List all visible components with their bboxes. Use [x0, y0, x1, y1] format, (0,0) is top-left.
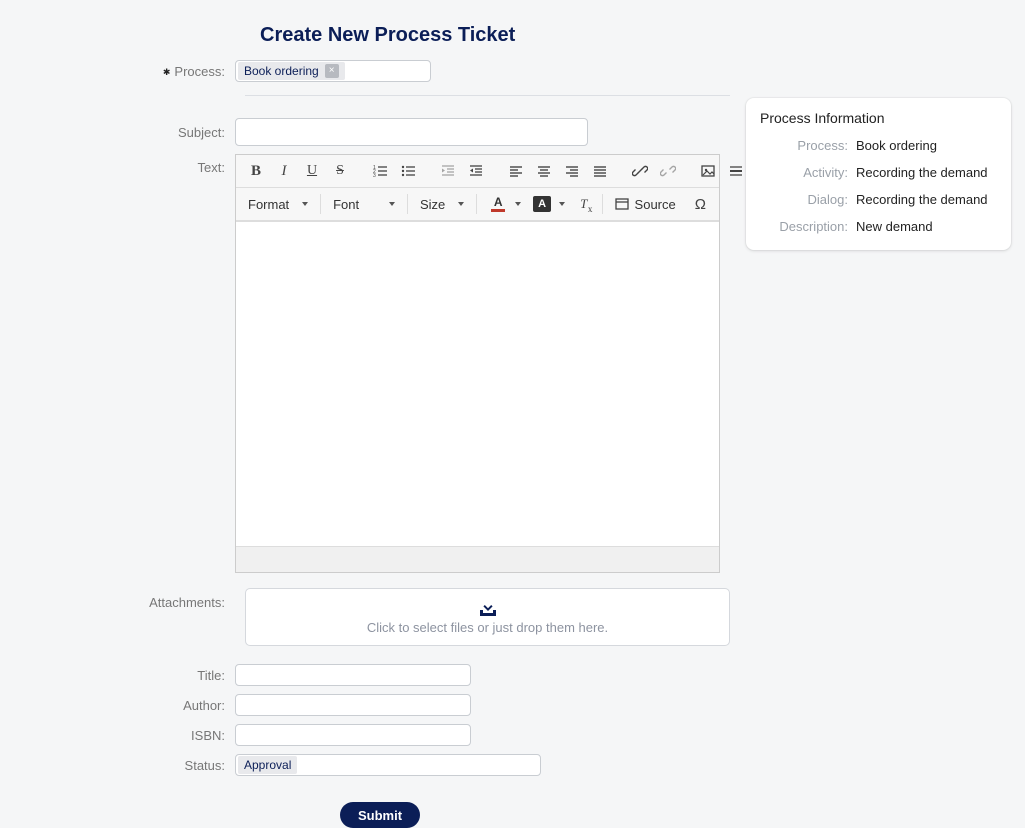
subject-label: Subject:	[0, 125, 235, 140]
align-center-button[interactable]	[532, 159, 556, 183]
attachments-label: Attachments:	[0, 595, 235, 610]
ordered-list-icon: 123	[372, 163, 388, 179]
chevron-down-icon	[458, 202, 464, 206]
outdent-icon	[440, 163, 456, 179]
text-label: Text:	[0, 154, 235, 175]
info-process-value: Book ordering	[856, 138, 997, 153]
source-toggle-icon[interactable]	[611, 192, 632, 216]
format-label: Format	[248, 197, 289, 212]
author-label: Author:	[0, 698, 235, 713]
size-label: Size	[420, 197, 445, 212]
align-justify-button[interactable]	[588, 159, 612, 183]
process-information-card: Process Information Process: Book orderi…	[746, 98, 1011, 250]
source-button[interactable]: Source	[635, 192, 682, 216]
unlink-icon	[660, 163, 676, 179]
info-activity-value: Recording the demand	[856, 165, 997, 180]
bg-color-button[interactable]: A	[527, 192, 571, 216]
process-select[interactable]: Book ordering ×	[235, 60, 431, 82]
chevron-down-icon	[515, 202, 521, 206]
source-icon	[614, 196, 630, 212]
divider	[245, 95, 730, 96]
underline-button[interactable]: U	[300, 159, 324, 183]
editor-textarea[interactable]	[236, 221, 719, 546]
remove-chip-icon[interactable]: ×	[325, 64, 339, 78]
rich-text-editor: B I U S 123	[235, 154, 720, 573]
process-label: Process:	[80, 64, 235, 79]
format-dropdown[interactable]: Format	[242, 192, 314, 216]
image-button[interactable]	[696, 159, 720, 183]
editor-statusbar	[236, 546, 719, 572]
status-select[interactable]: Approval	[235, 754, 541, 776]
author-input[interactable]	[235, 694, 471, 716]
link-icon	[632, 163, 648, 179]
chevron-down-icon	[559, 202, 565, 206]
chevron-down-icon	[302, 202, 308, 206]
submit-label: Submit	[358, 808, 402, 823]
status-chip: Approval	[238, 756, 297, 774]
align-right-button[interactable]	[560, 159, 584, 183]
info-description-label: Description:	[760, 219, 856, 234]
font-dropdown[interactable]: Font	[327, 192, 401, 216]
title-input[interactable]	[235, 664, 471, 686]
attachments-dropzone[interactable]: Click to select files or just drop them …	[245, 588, 730, 646]
unlink-button[interactable]	[656, 159, 680, 183]
remove-format-button[interactable]: Tx	[573, 192, 594, 216]
download-icon	[478, 600, 498, 618]
outdent-button[interactable]	[436, 159, 460, 183]
process-ticket-form: Process: Book ordering × Subject: Text: …	[0, 60, 730, 828]
svg-text:2: 2	[373, 169, 376, 175]
align-center-icon	[536, 163, 552, 179]
indent-icon	[468, 163, 484, 179]
isbn-input[interactable]	[235, 724, 471, 746]
align-right-icon	[564, 163, 580, 179]
chevron-down-icon	[389, 202, 395, 206]
info-dialog-label: Dialog:	[760, 192, 856, 207]
text-color-button[interactable]: A	[483, 192, 527, 216]
strike-button[interactable]: S	[328, 159, 352, 183]
link-button[interactable]	[628, 159, 652, 183]
size-dropdown[interactable]: Size	[414, 192, 470, 216]
special-char-button[interactable]: Ω	[690, 192, 711, 216]
process-chip-label: Book ordering	[244, 64, 319, 78]
page-title: Create New Process Ticket	[260, 24, 515, 47]
process-chip: Book ordering ×	[238, 62, 345, 80]
indent-button[interactable]	[464, 159, 488, 183]
align-left-icon	[508, 163, 524, 179]
status-label: Status:	[0, 758, 235, 773]
font-label: Font	[333, 197, 359, 212]
bold-button[interactable]: B	[244, 159, 268, 183]
submit-button[interactable]: Submit	[340, 802, 420, 828]
svg-text:3: 3	[373, 173, 376, 179]
isbn-label: ISBN:	[0, 728, 235, 743]
title-label: Title:	[0, 668, 235, 683]
subject-input[interactable]	[235, 118, 588, 146]
info-activity-label: Activity:	[760, 165, 856, 180]
info-heading: Process Information	[760, 110, 997, 126]
align-left-button[interactable]	[504, 159, 528, 183]
ordered-list-button[interactable]: 123	[368, 159, 392, 183]
unordered-list-icon	[400, 163, 416, 179]
align-justify-icon	[592, 163, 608, 179]
horizontal-rule-button[interactable]	[724, 159, 748, 183]
status-chip-label: Approval	[244, 758, 291, 772]
italic-button[interactable]: I	[272, 159, 296, 183]
info-process-label: Process:	[760, 138, 856, 153]
hr-icon	[728, 163, 744, 179]
info-dialog-value: Recording the demand	[856, 192, 997, 207]
info-description-value: New demand	[856, 219, 997, 234]
dropzone-hint: Click to select files or just drop them …	[367, 620, 608, 635]
svg-text:1: 1	[373, 165, 376, 171]
source-label: Source	[635, 197, 676, 212]
image-icon	[700, 163, 716, 179]
unordered-list-button[interactable]	[396, 159, 420, 183]
